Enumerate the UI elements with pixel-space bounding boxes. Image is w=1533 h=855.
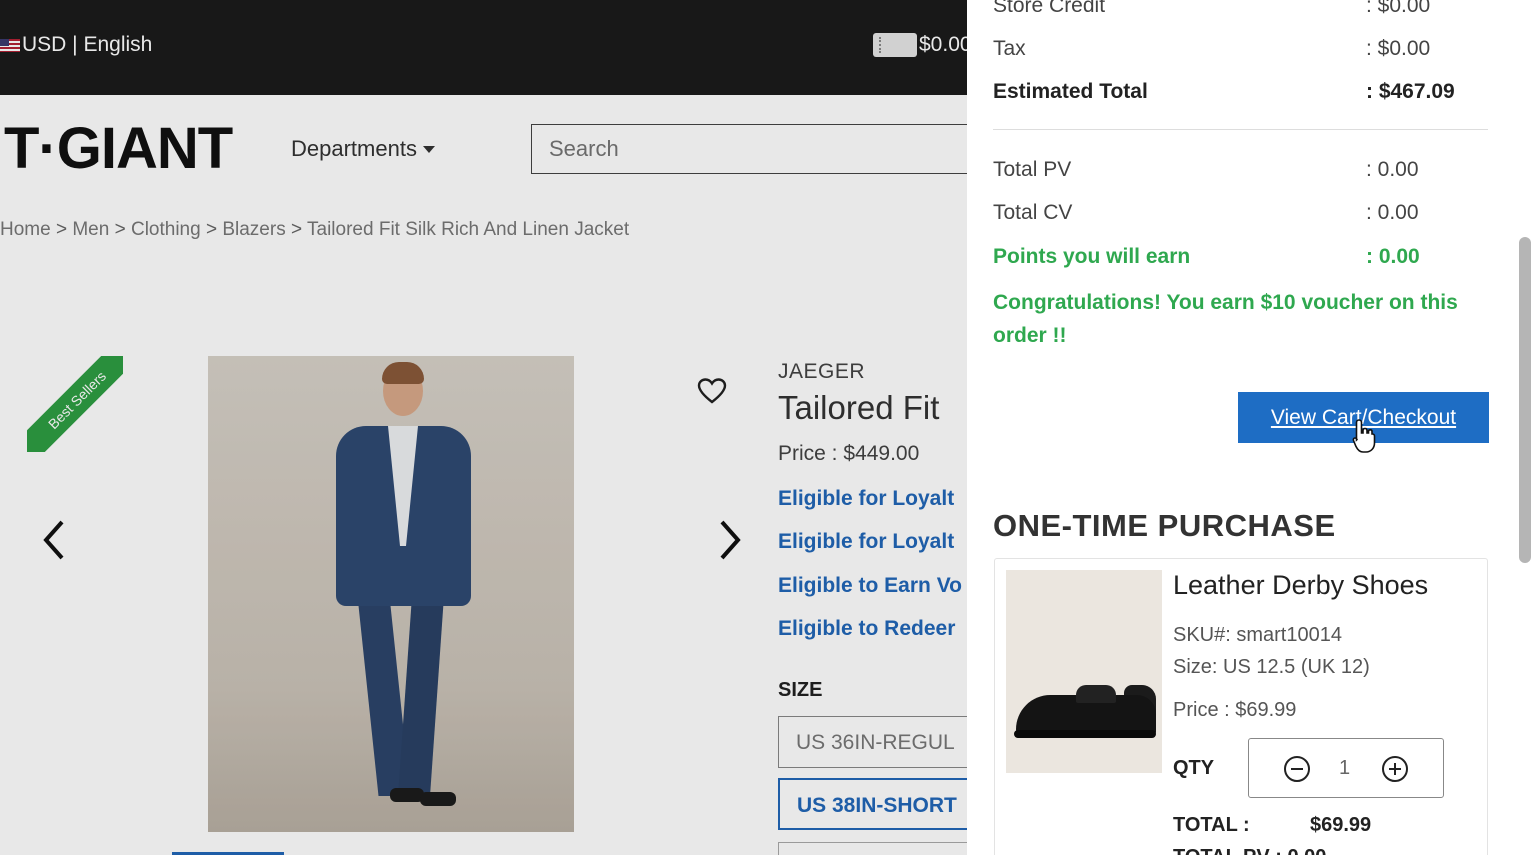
- shoe-lace: [1076, 685, 1116, 703]
- cart-item-name[interactable]: Leather Derby Shoes: [1173, 570, 1428, 601]
- estimated-total-value: : $467.09: [1366, 80, 1455, 103]
- total-cv-label: Total CV: [993, 201, 1073, 224]
- item-total-value: $69.99: [1310, 814, 1372, 836]
- tax-label: Tax: [993, 37, 1026, 60]
- points-value: : 0.00: [1366, 245, 1420, 268]
- qty-label: QTY: [1173, 757, 1215, 779]
- qty-decrease-button[interactable]: [1283, 755, 1311, 788]
- drawer-scrollbar[interactable]: [1519, 237, 1531, 563]
- minus-circle-icon: [1284, 756, 1310, 782]
- cart-item-sku: SKU#: smart10014: [1173, 624, 1342, 646]
- item-total-label: TOTAL :: [1173, 814, 1250, 836]
- cart-item-size: Size: US 12.5 (UK 12): [1173, 656, 1370, 678]
- cart-item-image[interactable]: [1006, 570, 1162, 773]
- estimated-total-label: Estimated Total: [993, 80, 1148, 103]
- summary-divider: [993, 129, 1488, 130]
- hand-cursor-icon: [1352, 418, 1376, 459]
- total-cv-value: : 0.00: [1366, 201, 1419, 224]
- points-label: Points you will earn: [993, 245, 1191, 268]
- tax-value: : $0.00: [1366, 37, 1431, 60]
- voucher-message: Congratulations! You earn $10 voucher on…: [993, 291, 1458, 347]
- qty-increase-button[interactable]: [1381, 755, 1409, 788]
- store-credit-value: : $0.00: [1366, 0, 1431, 17]
- item-total-pv: TOTAL PV : 0.00: [1173, 846, 1326, 855]
- qty-value[interactable]: 1: [1339, 757, 1350, 780]
- store-credit-label: Store Credit: [993, 0, 1106, 17]
- one-time-purchase-title: ONE-TIME PURCHASE: [993, 508, 1336, 543]
- total-pv-label: Total PV: [993, 158, 1072, 181]
- cart-item-price: Price : $69.99: [1173, 699, 1297, 721]
- total-pv-value: : 0.00: [1366, 158, 1419, 181]
- plus-circle-icon: [1382, 756, 1408, 782]
- shoe-sole: [1014, 730, 1156, 738]
